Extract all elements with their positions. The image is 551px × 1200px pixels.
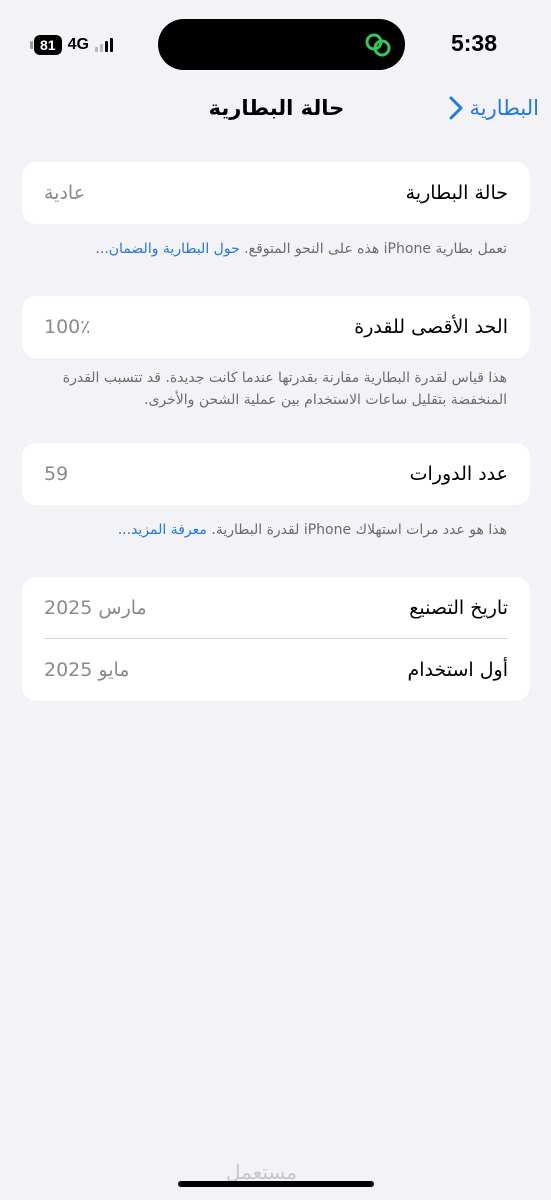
max-capacity-card: الحد الأقصى للقدرة 100٪ xyxy=(22,296,530,358)
max-capacity-footnote: هذا قياس لقدرة البطارية مقارنة بقدرتها ع… xyxy=(62,370,507,408)
max-capacity-label: الحد الأقصى للقدرة xyxy=(354,316,508,338)
first-use-row: أول استخدام مايو 2025 xyxy=(22,639,530,701)
battery-health-footnote-text: تعمل بطارية iPhone هذه على النحو المتوقع… xyxy=(239,241,507,257)
status-indicators: 81 4G xyxy=(30,34,113,56)
navigation-bar: حالة البطارية البطارية xyxy=(0,90,551,126)
first-use-value: مايو 2025 xyxy=(44,659,130,681)
battery-health-label: حالة البطارية xyxy=(405,182,508,204)
status-bar: 81 4G 5:38 xyxy=(0,0,551,90)
manufacture-date-label: تاريخ التصنيع xyxy=(409,597,508,619)
status-time: 5:38 xyxy=(450,30,497,56)
battery-warranty-link[interactable]: حول البطارية والضمان... xyxy=(95,241,239,257)
network-type: 4G xyxy=(67,36,89,53)
manufacture-date-value: مارس 2025 xyxy=(44,597,147,619)
signal-icon xyxy=(94,38,113,52)
battery-health-value: عادية xyxy=(44,182,86,204)
dates-card: تاريخ التصنيع مارس 2025 أول استخدام مايو… xyxy=(22,577,530,701)
back-button[interactable]: البطارية xyxy=(448,90,539,126)
cycle-count-card: عدد الدورات 59 xyxy=(22,443,530,505)
learn-more-link[interactable]: معرفة المزيد... xyxy=(118,522,207,538)
cycle-count-footnote-text: هذا هو عدد مرات استهلاك iPhone لقدرة الب… xyxy=(206,522,507,538)
max-capacity-row: الحد الأقصى للقدرة 100٪ xyxy=(22,296,530,358)
battery-health-footnote: تعمل بطارية iPhone هذه على النحو المتوقع… xyxy=(44,238,507,260)
chevron-right-icon xyxy=(449,96,463,120)
cycle-count-value: 59 xyxy=(44,463,69,485)
home-indicator[interactable] xyxy=(178,1181,374,1187)
battery-health-row: حالة البطارية عادية xyxy=(22,162,530,224)
battery-indicator: 81 xyxy=(30,35,62,55)
manufacture-date-row: تاريخ التصنيع مارس 2025 xyxy=(22,577,530,639)
cycle-count-footnote: هذا هو عدد مرات استهلاك iPhone لقدرة الب… xyxy=(44,519,507,541)
battery-health-card: حالة البطارية عادية xyxy=(22,162,530,224)
link-rings-icon xyxy=(365,33,391,57)
cycle-count-label: عدد الدورات xyxy=(409,463,508,485)
dynamic-island xyxy=(158,19,405,70)
cycle-count-row: عدد الدورات 59 xyxy=(22,443,530,505)
max-capacity-value: 100٪ xyxy=(44,316,91,338)
back-button-label: البطارية xyxy=(469,96,539,120)
first-use-label: أول استخدام xyxy=(407,659,508,681)
